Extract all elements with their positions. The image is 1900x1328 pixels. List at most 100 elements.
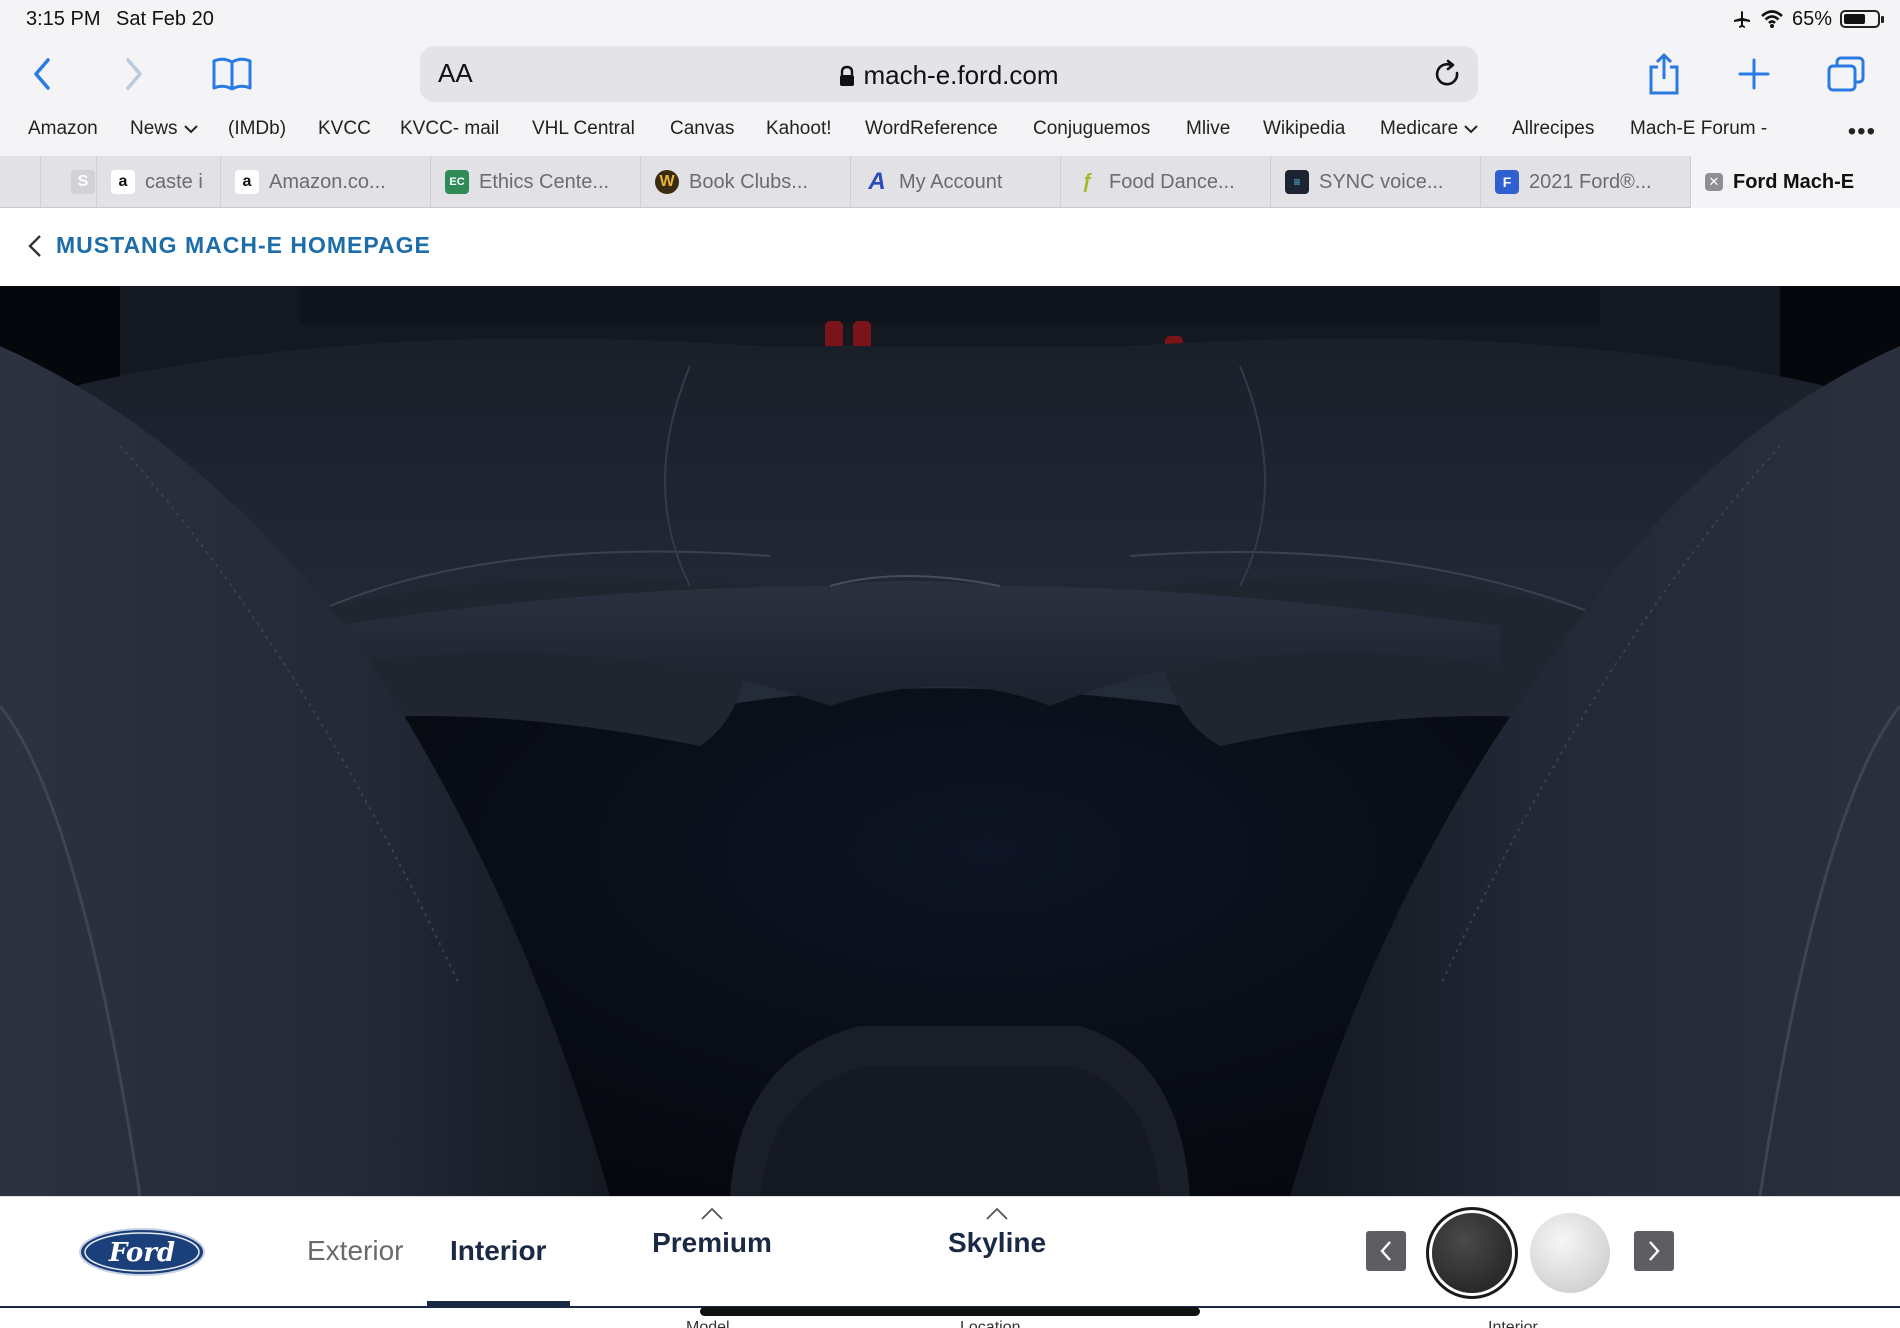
battery-level (1844, 14, 1865, 24)
previous-swatch-button[interactable] (1366, 1231, 1406, 1271)
book-clubs-icon: W (655, 170, 679, 194)
favorite-canvas[interactable]: Canvas (670, 118, 734, 140)
food-dance-icon: ƒ (1081, 170, 1093, 193)
more-favorites-icon[interactable]: ••• (1848, 118, 1876, 146)
s-icon: S (71, 170, 95, 194)
tab-bar: S a caste i a Amazon.co... EC Ethics Cen… (0, 156, 1900, 208)
airplane-icon (1733, 11, 1750, 28)
tab-amazon[interactable]: a Amazon.co... (220, 156, 430, 208)
favorite-news-label: News (130, 118, 178, 139)
chevron-up-icon (986, 1207, 1008, 1220)
address-bar[interactable]: AA mach-e.ford.com (420, 46, 1478, 102)
tab-book-clubs[interactable]: W Book Clubs... (640, 156, 850, 208)
battery-icon (1840, 10, 1884, 28)
status-date: Sat Feb 20 (116, 8, 214, 30)
favorite-mach-e-forum[interactable]: Mach-E Forum - (1630, 118, 1767, 140)
back-link-label: MUSTANG MACH-E HOMEPAGE (56, 232, 431, 258)
chevron-down-icon (1464, 125, 1478, 134)
favorite-vhl-central[interactable]: VHL Central (532, 118, 635, 140)
location-picker-label: Skyline (947, 1227, 1047, 1258)
favorite-wikipedia[interactable]: Wikipedia (1263, 118, 1345, 140)
model-picker[interactable]: Premium (632, 1207, 792, 1259)
favorite-kvcc[interactable]: KVCC (318, 118, 371, 140)
bookmarks-button[interactable] (208, 50, 256, 98)
favorite-conjuguemos[interactable]: Conjuguemos (1033, 118, 1150, 140)
favorite-kahoot[interactable]: Kahoot! (766, 118, 832, 140)
chevron-left-icon (1380, 1241, 1391, 1261)
status-bar: 3:15 PM Sat Feb 20 65% (0, 0, 1900, 40)
configurator-bar: Ford Exterior Interior Premium Skyline M… (0, 1196, 1900, 1328)
tab-ethics-center[interactable]: EC Ethics Cente... (430, 156, 640, 208)
favorites-bar: Amazon News (IMDb) KVCC KVCC- mail VHL C… (0, 112, 1900, 156)
ethics-center-icon: EC (445, 170, 469, 194)
amazon-icon: a (111, 170, 135, 194)
tab-title: My Account (899, 170, 1003, 193)
chevron-down-icon (183, 125, 198, 134)
tab-title: Ethics Cente... (479, 170, 610, 193)
tab-title: Ford Mach-E (1733, 170, 1855, 193)
url-text: mach-e.ford.com (863, 60, 1059, 90)
tab-caste[interactable]: a caste i (96, 156, 220, 208)
back-button[interactable] (18, 50, 66, 98)
amazon-icon: a (235, 170, 259, 194)
favorite-medicare[interactable]: Medicare (1380, 118, 1478, 140)
homepage-back-link[interactable]: MUSTANG MACH-E HOMEPAGE (28, 232, 431, 259)
page-header: MUSTANG MACH-E HOMEPAGE (0, 208, 1900, 286)
interior-hero-image[interactable] (0, 286, 1900, 1196)
favorite-kvcc-mail[interactable]: KVCC- mail (400, 118, 499, 140)
forward-button[interactable] (110, 50, 158, 98)
favorite-news[interactable]: News (130, 118, 198, 140)
interior-sub-label: Interior (1488, 1319, 1538, 1328)
tab-interior[interactable]: Interior (450, 1235, 546, 1267)
status-icons: 65% (1732, 6, 1884, 32)
sync-voice-icon: ≡ (1285, 170, 1309, 194)
tabs-icon (1827, 56, 1865, 92)
my-account-icon: A (868, 168, 886, 195)
browser-toolbar: AA mach-e.ford.com (0, 40, 1900, 112)
favorite-mlive[interactable]: Mlive (1186, 118, 1230, 140)
tab-s-placeholder[interactable]: S (40, 156, 96, 208)
ford-2021-icon: F (1495, 170, 1519, 194)
tab-exterior[interactable]: Exterior (307, 1235, 403, 1267)
book-icon (212, 57, 252, 91)
tab-ford-mach-e[interactable]: ✕ Ford Mach-E (1690, 156, 1900, 208)
tab-title: 2021 Ford®... (1529, 170, 1652, 193)
chevron-left-icon (28, 234, 41, 257)
white-swatch[interactable] (1530, 1213, 1610, 1293)
next-swatch-button[interactable] (1634, 1231, 1674, 1271)
black-swatch[interactable] (1432, 1213, 1512, 1293)
share-icon (1649, 53, 1679, 95)
wifi-icon (1761, 10, 1783, 28)
tab-2021-ford[interactable]: F 2021 Ford®... (1480, 156, 1690, 208)
chevron-right-icon (1649, 1241, 1660, 1261)
tab-food-dance[interactable]: ƒ Food Dance... (1060, 156, 1270, 208)
status-time: 3:15 PM (26, 8, 101, 30)
ford-logo[interactable]: Ford (78, 1227, 206, 1282)
battery-percent: 65% (1791, 7, 1832, 30)
tab-sync-voice[interactable]: ≡ SYNC voice... (1270, 156, 1480, 208)
tab-title: Book Clubs... (689, 170, 808, 193)
location-picker[interactable]: Skyline (917, 1207, 1077, 1259)
tab-my-account[interactable]: A My Account (850, 156, 1060, 208)
reload-icon[interactable] (1432, 58, 1464, 90)
favorite-amazon[interactable]: Amazon (28, 118, 98, 140)
chevron-up-icon (701, 1207, 723, 1220)
close-icon[interactable]: ✕ (1705, 173, 1723, 191)
url-display[interactable]: mach-e.ford.com (420, 60, 1478, 91)
model-picker-label: Premium (652, 1227, 772, 1258)
tab-title: caste i (145, 170, 203, 193)
plus-icon (1738, 58, 1770, 90)
tabs-overview-button[interactable] (1822, 50, 1870, 98)
ford-logo-text: Ford (108, 1238, 175, 1268)
share-button[interactable] (1640, 50, 1688, 98)
model-sub-label: Model (686, 1319, 730, 1328)
lock-icon (840, 65, 855, 86)
tab-title: SYNC voice... (1319, 170, 1444, 193)
favorite-medicare-label: Medicare (1380, 118, 1459, 139)
favorite-wordreference[interactable]: WordReference (865, 118, 998, 140)
favorite-imdb[interactable]: (IMDb) (228, 118, 286, 140)
new-tab-button[interactable] (1730, 50, 1778, 98)
tab-title: Amazon.co... (269, 170, 386, 193)
location-sub-label: Location (960, 1319, 1021, 1328)
favorite-allrecipes[interactable]: Allrecipes (1512, 118, 1594, 140)
